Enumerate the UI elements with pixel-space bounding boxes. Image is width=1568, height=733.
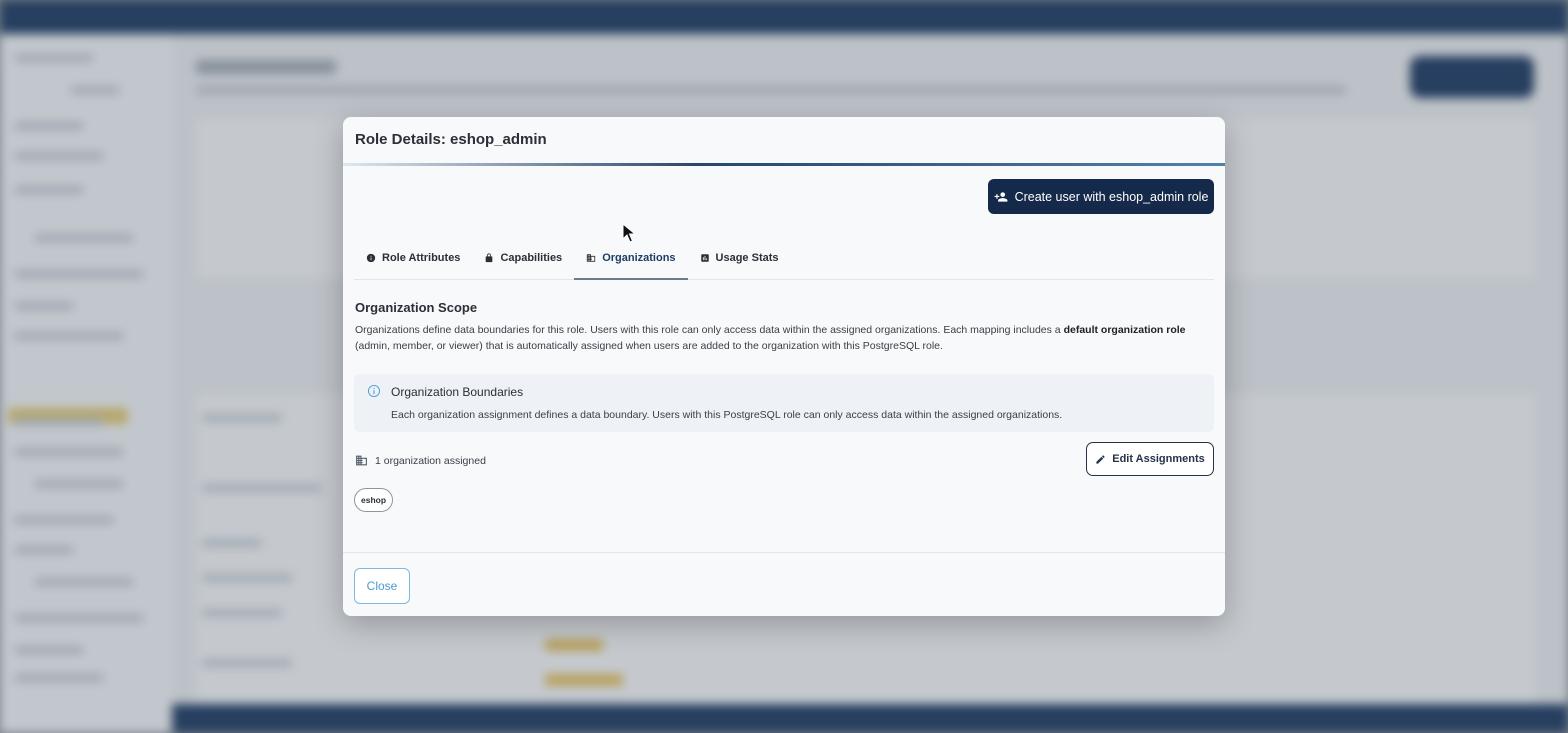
person-add-icon bbox=[994, 191, 1007, 202]
stats-icon bbox=[700, 253, 709, 262]
assigned-count-text: 1 organization assigned bbox=[375, 454, 486, 467]
tab-role-attributes[interactable]: Role Attributes bbox=[354, 236, 472, 279]
tab-label: Organizations bbox=[602, 251, 676, 264]
modal-body: Create user with eshop_admin role Role A… bbox=[343, 166, 1225, 555]
pencil-icon bbox=[1096, 454, 1105, 464]
building-icon bbox=[587, 253, 596, 262]
tab-label: Role Attributes bbox=[382, 251, 461, 264]
info-alert-title: Organization Boundaries bbox=[391, 385, 524, 399]
section-description: Organizations define data boundaries for… bbox=[355, 324, 1186, 352]
edit-assignments-button[interactable]: Edit Assignments bbox=[1086, 442, 1214, 476]
tab-bar: Role Attributes Capabilities Organizatio… bbox=[354, 236, 1214, 280]
modal-header: Role Details: eshop_admin bbox=[343, 117, 1225, 163]
role-details-modal: Role Details: eshop_admin Create user wi… bbox=[343, 117, 1225, 616]
close-button[interactable]: Close bbox=[354, 568, 410, 604]
tab-label: Capabilities bbox=[500, 251, 563, 264]
info-circle-icon bbox=[366, 253, 376, 262]
organization-chip[interactable]: eshop bbox=[354, 488, 394, 512]
info-alert: Organization Boundaries Each organizatio… bbox=[354, 374, 1214, 432]
modal-title: Role Details: eshop_admin bbox=[355, 131, 547, 148]
edit-assignments-label: Edit Assignments bbox=[1112, 453, 1205, 465]
modal-footer: Close bbox=[343, 552, 1225, 616]
info-outline-icon bbox=[367, 384, 381, 398]
tab-capabilities[interactable]: Capabilities bbox=[472, 236, 574, 279]
lock-icon bbox=[486, 252, 493, 262]
info-alert-text: Each organization assignment defines a d… bbox=[391, 409, 1063, 421]
create-user-button[interactable]: Create user with eshop_admin role bbox=[988, 179, 1214, 214]
tab-label: Usage Stats bbox=[715, 251, 779, 264]
assigned-count: 1 organization assigned bbox=[355, 454, 486, 467]
create-user-button-label: Create user with eshop_admin role bbox=[1014, 189, 1209, 204]
mouse-cursor-icon bbox=[622, 223, 636, 243]
tab-usage-stats[interactable]: Usage Stats bbox=[688, 236, 791, 279]
section-description-bold: default organization role bbox=[1063, 324, 1186, 336]
building-icon bbox=[356, 455, 367, 466]
section-title: Organization Scope bbox=[355, 300, 478, 315]
